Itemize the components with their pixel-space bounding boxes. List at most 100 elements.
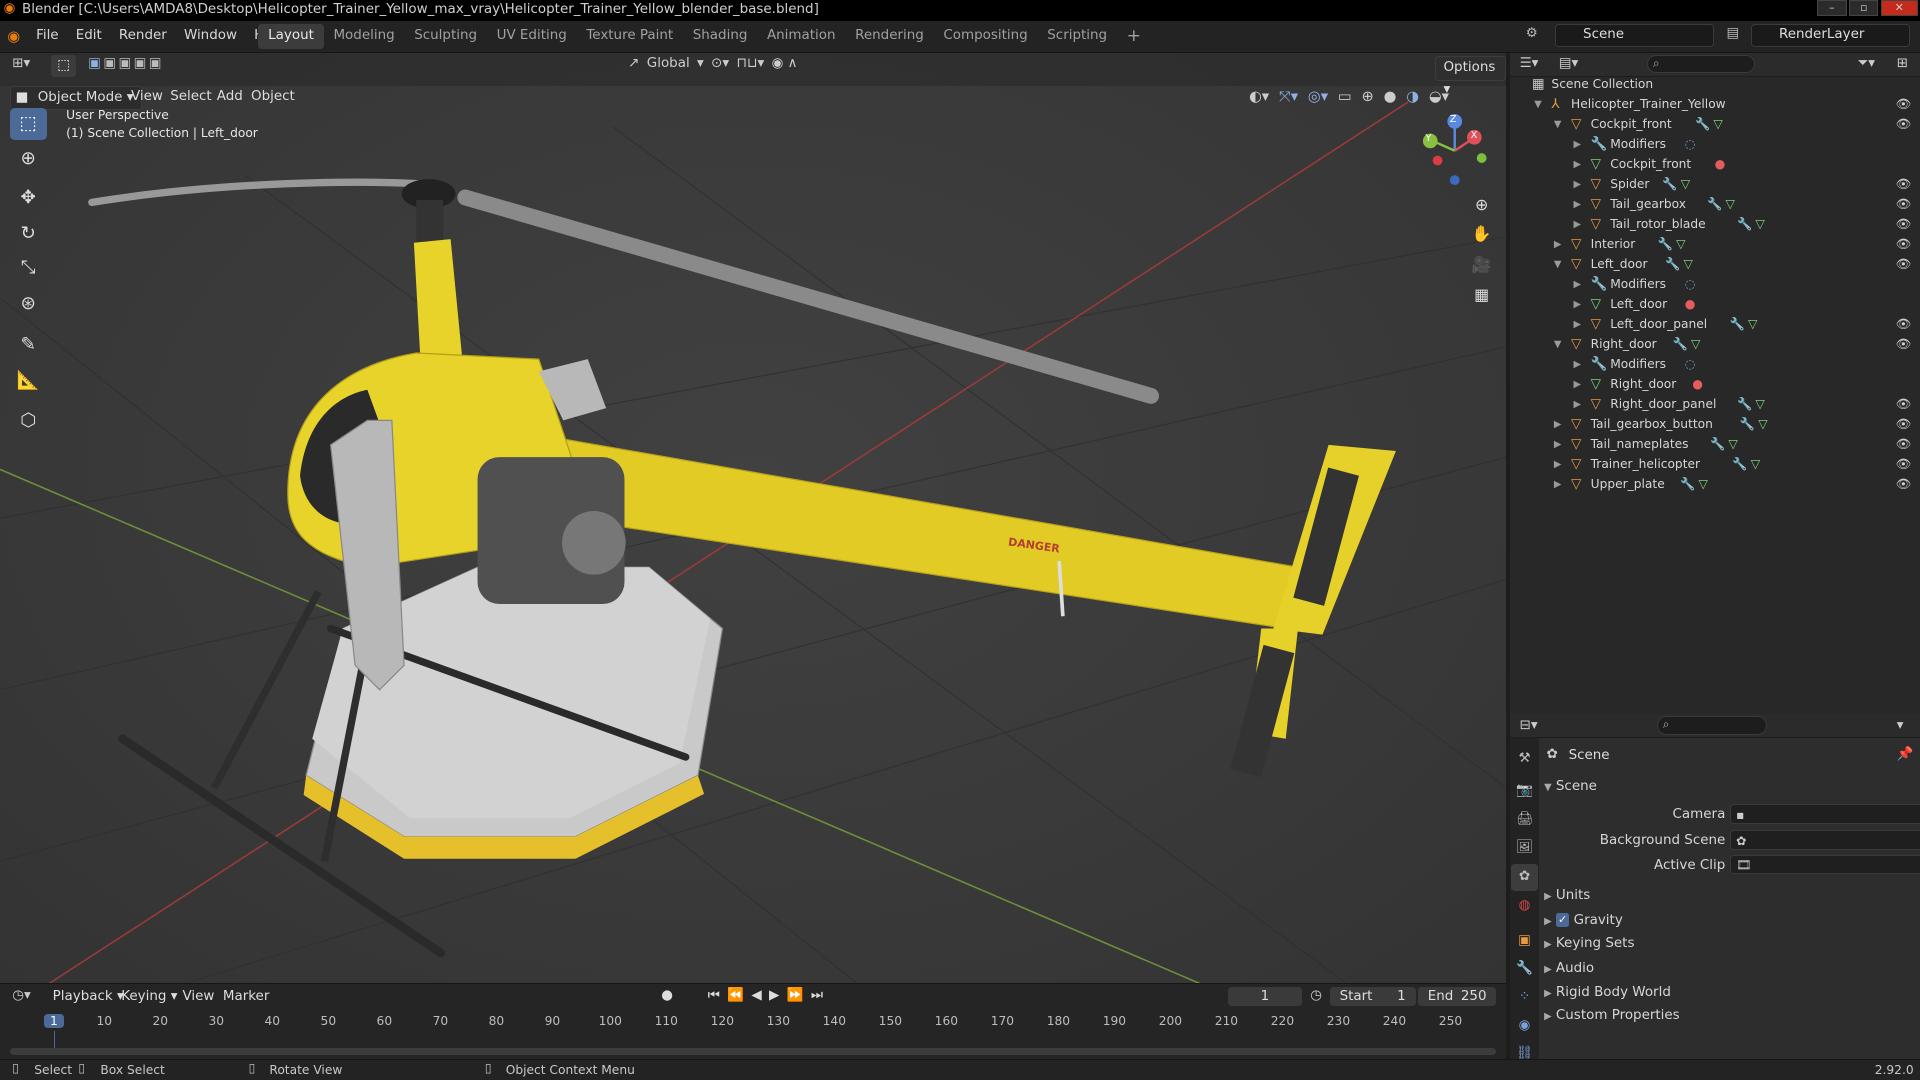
proportional-edit-icon[interactable]: ◉ ∧ bbox=[772, 56, 798, 71]
gizmo-toggle-icon[interactable]: ⤧▾ bbox=[1279, 88, 1298, 105]
outliner-editor-icon[interactable]: ☰▾ bbox=[1520, 56, 1539, 71]
outliner-root-row[interactable]: ▦ Scene Collection bbox=[1510, 75, 1920, 95]
menu-render[interactable]: Render bbox=[110, 24, 175, 48]
expand-arrow-icon[interactable]: ▶ bbox=[1573, 275, 1581, 295]
outliner-row[interactable]: ▶ ▽ Trainer_helicopter 🔧 ▽ 👁 bbox=[1510, 455, 1920, 475]
visibility-eye-icon[interactable]: 👁 bbox=[1896, 315, 1912, 335]
blender-menu-icon[interactable]: ◉ bbox=[7, 28, 20, 45]
outliner-row[interactable]: ▶ ▽ Right_door_panel 🔧 ▽ 👁 bbox=[1510, 395, 1920, 415]
rotate-tool-icon[interactable]: ↻ bbox=[10, 218, 47, 250]
outliner-row[interactable]: ▶ ▽ Cockpit_front ● bbox=[1510, 155, 1920, 175]
expand-arrow-icon[interactable]: ▶ bbox=[1573, 155, 1581, 175]
output-tab-icon[interactable]: 🖨 bbox=[1511, 807, 1538, 834]
menu-view[interactable]: View bbox=[131, 89, 163, 104]
expand-arrow-icon[interactable]: ▶ bbox=[1573, 375, 1581, 395]
menu-select[interactable]: Select bbox=[170, 89, 212, 104]
visibility-eye-icon[interactable]: 👁 bbox=[1896, 255, 1912, 275]
visibility-eye-icon[interactable]: 👁 bbox=[1896, 115, 1912, 135]
properties-options-icon[interactable]: ▾ bbox=[1897, 718, 1904, 733]
expand-arrow-icon[interactable]: ▶ bbox=[1573, 135, 1581, 155]
expand-arrow-icon[interactable]: ▶ bbox=[1573, 315, 1581, 335]
tool-select-icon[interactable]: ⬚ bbox=[51, 55, 76, 78]
tab-modeling[interactable]: Modeling bbox=[324, 24, 405, 48]
gravity-checkbox[interactable]: ✓ bbox=[1555, 913, 1570, 927]
outliner-search-input[interactable]: ⌕ bbox=[1646, 55, 1755, 74]
expand-arrow-icon[interactable]: ▶ bbox=[1573, 355, 1581, 375]
view-layer-tab-icon[interactable]: 🖼 bbox=[1511, 835, 1538, 862]
outliner-row[interactable]: ▶ ▽ Interior 🔧 ▽ 👁 bbox=[1510, 235, 1920, 255]
tab-scripting[interactable]: Scripting bbox=[1037, 24, 1116, 48]
renderlayer-field[interactable]: RenderLayer bbox=[1751, 24, 1911, 47]
filter-icon[interactable]: ⏷▾ bbox=[1858, 56, 1876, 71]
visibility-eye-icon[interactable]: 👁 bbox=[1896, 475, 1912, 495]
expand-arrow-icon[interactable]: ▼ bbox=[1534, 95, 1542, 115]
outliner-row[interactable]: ▶ ▽ Left_door_panel 🔧 ▽ 👁 bbox=[1510, 315, 1920, 335]
expand-arrow-icon[interactable]: ▶ bbox=[1554, 455, 1562, 475]
expand-arrow-icon[interactable]: ▶ bbox=[1573, 215, 1581, 235]
scene-tab-icon[interactable]: ✿ bbox=[1511, 864, 1538, 892]
expand-arrow-icon[interactable]: ▶ bbox=[1554, 475, 1562, 495]
object-mode-dropdown[interactable]: ■ Object Mode ▾ bbox=[9, 85, 142, 111]
overlay-toggle-icon[interactable]: ◎▾ bbox=[1308, 88, 1328, 105]
expand-arrow-icon[interactable]: ▶ bbox=[1573, 295, 1581, 315]
select-invert-icon[interactable]: ▣ bbox=[134, 56, 147, 71]
annotate-tool-icon[interactable]: ✎ bbox=[10, 329, 47, 361]
select-box-tool-icon[interactable]: ⬚ bbox=[9, 107, 47, 140]
menu-add[interactable]: Add bbox=[217, 89, 243, 104]
scene-field[interactable]: Scene bbox=[1555, 24, 1715, 47]
render-tab-icon[interactable]: 📷 bbox=[1511, 778, 1538, 805]
scale-tool-icon[interactable]: ⤡ bbox=[10, 252, 47, 284]
renderlayer-icon[interactable]: ▤ bbox=[1727, 26, 1740, 41]
tab-rendering[interactable]: Rendering bbox=[845, 24, 933, 48]
scene-panel-header[interactable]: ▼ Scene bbox=[1544, 776, 1911, 798]
measure-tool-icon[interactable]: 📐 bbox=[10, 365, 47, 397]
background-scene-field[interactable]: ✿ bbox=[1730, 830, 1920, 850]
rendered-shading-icon[interactable]: ◒▾ bbox=[1429, 88, 1449, 105]
visibility-eye-icon[interactable]: 👁 bbox=[1896, 435, 1912, 455]
expand-arrow-icon[interactable]: ▼ bbox=[1554, 115, 1562, 135]
perspective-toggle-icon[interactable]: ▦ bbox=[1467, 280, 1496, 309]
tab-texture-paint[interactable]: Texture Paint bbox=[577, 24, 683, 48]
expand-arrow-icon[interactable]: ▶ bbox=[1554, 415, 1562, 435]
menu-edit[interactable]: Edit bbox=[67, 24, 110, 48]
expand-arrow-icon[interactable]: ▶ bbox=[1573, 395, 1581, 415]
outliner-row[interactable]: ▼ ⅄ Helicopter_Trainer_Yellow 👁 bbox=[1510, 95, 1920, 115]
outliner-row[interactable]: ▶ ▽ Tail_rotor_blade 🔧 ▽ 👁 bbox=[1510, 215, 1920, 235]
physics-tab-icon[interactable]: ◉ bbox=[1511, 1013, 1538, 1040]
rigid-body-world-panel[interactable]: ▶ Rigid Body World bbox=[1544, 982, 1911, 1004]
cursor-tool-icon[interactable]: ⊕ bbox=[10, 143, 47, 175]
custom-properties-panel[interactable]: ▶ Custom Properties bbox=[1544, 1005, 1911, 1027]
playhead[interactable] bbox=[53, 1030, 56, 1048]
display-mode-icon[interactable]: ▤▾ bbox=[1559, 56, 1578, 71]
outliner-row[interactable]: ▶ 🔧 Modifiers ◌ bbox=[1510, 275, 1920, 295]
tab-shading[interactable]: Shading bbox=[683, 24, 757, 48]
editor-type-icon[interactable]: ⊞▾ bbox=[12, 56, 30, 71]
select-new-icon[interactable]: ▣ bbox=[88, 56, 101, 71]
visibility-eye-icon[interactable]: 👁 bbox=[1896, 395, 1912, 415]
properties-search-input[interactable]: ⌕ bbox=[1656, 716, 1767, 735]
visibility-eye-icon[interactable]: 👁 bbox=[1896, 215, 1912, 235]
pivot-icon[interactable]: ⊙▾ bbox=[711, 56, 729, 71]
maximize-button[interactable]: ▫ bbox=[1848, 0, 1879, 16]
visibility-eye-icon[interactable]: 👁 bbox=[1896, 235, 1912, 255]
navigation-gizmo[interactable] bbox=[1418, 113, 1491, 187]
outliner-row[interactable]: ▶ ▽ Tail_nameplates 🔧 ▽ 👁 bbox=[1510, 435, 1920, 455]
select-intersect-icon[interactable]: ▣ bbox=[149, 56, 162, 71]
outliner-row[interactable]: ▶ ▽ Upper_plate 🔧 ▽ 👁 bbox=[1510, 475, 1920, 495]
outliner-row[interactable]: ▼ ▽ Left_door 🔧 ▽ 👁 bbox=[1510, 255, 1920, 275]
outliner-row[interactable]: ▶ ▽ Spider 🔧 ▽ 👁 bbox=[1510, 175, 1920, 195]
audio-panel[interactable]: ▶ Audio bbox=[1544, 958, 1911, 980]
outliner-row[interactable]: ▶ ▽ Tail_gearbox 🔧 ▽ 👁 bbox=[1510, 195, 1920, 215]
3d-viewport[interactable]: DANGER ⊞▾ ⬚ ▣ ▣ ▣ ▣ ▣ ↗ Global ▾ ⊙▾ ⊓⊔▾ ◉… bbox=[0, 52, 1507, 984]
expand-arrow-icon[interactable]: ▶ bbox=[1554, 435, 1562, 455]
properties-editor-icon[interactable]: ⊟▾ bbox=[1520, 718, 1538, 733]
outliner-row[interactable]: ▶ 🔧 Modifiers ◌ bbox=[1510, 355, 1920, 375]
visibility-eye-icon[interactable]: 👁 bbox=[1896, 95, 1912, 115]
gravity-panel[interactable]: ▶ ✓ Gravity bbox=[1544, 910, 1911, 932]
options-button[interactable]: Options ▾ bbox=[1435, 56, 1507, 97]
menu-object[interactable]: Object bbox=[251, 89, 295, 104]
menu-file[interactable]: File bbox=[28, 24, 68, 48]
tab-sculpting[interactable]: Sculpting bbox=[404, 24, 486, 48]
menu-window[interactable]: Window bbox=[175, 24, 245, 48]
timeline-scrollbar[interactable] bbox=[9, 1047, 1497, 1056]
